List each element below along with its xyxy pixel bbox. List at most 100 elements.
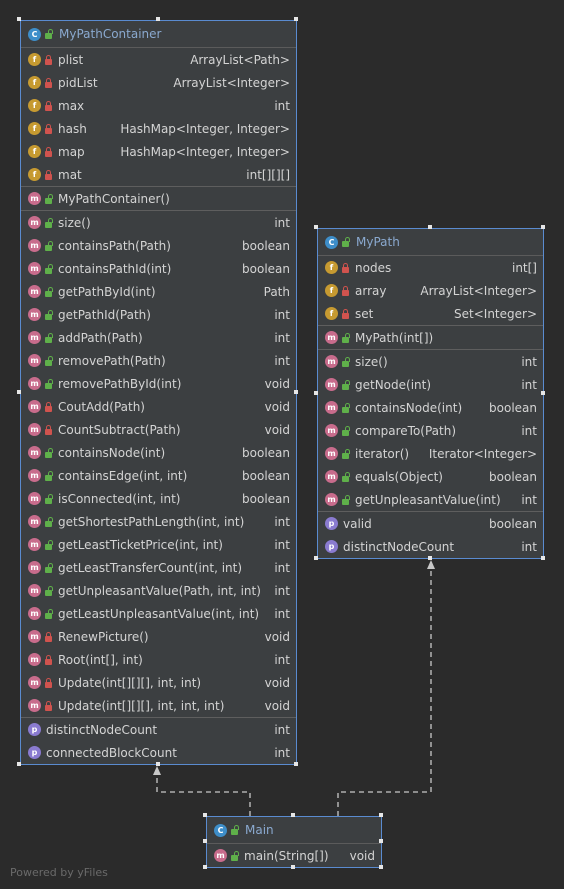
- method-row[interactable]: m containsNode(int) boolean: [318, 396, 543, 419]
- field-row[interactable]: f plist ArrayList<Path>: [21, 48, 296, 71]
- member-name: main(String[]): [244, 848, 329, 863]
- resize-handle[interactable]: [541, 391, 545, 395]
- field-row[interactable]: f array ArrayList<Integer>: [318, 279, 543, 302]
- class-node-mypathcontainer[interactable]: C MyPathContainer f plist ArrayList<Path> f pi…: [20, 20, 297, 765]
- resize-handle[interactable]: [541, 556, 545, 560]
- method-row[interactable]: m compareTo(Path) int: [318, 419, 543, 442]
- method-row[interactable]: m Update(int[][][], int, int) void: [21, 671, 296, 694]
- field-row[interactable]: f hash HashMap<Integer, Integer>: [21, 117, 296, 140]
- resize-handle[interactable]: [156, 17, 160, 21]
- method-row[interactable]: m getPathById(int) Path: [21, 280, 296, 303]
- resize-handle[interactable]: [17, 762, 21, 766]
- field-icon: f: [28, 145, 41, 158]
- resize-handle[interactable]: [203, 865, 207, 869]
- member-name: Update(int[][][], int, int): [58, 675, 202, 690]
- member-name: compareTo(Path): [355, 423, 457, 438]
- method-row[interactable]: m iterator() Iterator<Integer>: [318, 442, 543, 465]
- member-name: valid: [343, 516, 372, 531]
- resize-handle[interactable]: [379, 839, 383, 843]
- method-row[interactable]: m getLeastTicketPrice(int, int) int: [21, 533, 296, 556]
- resize-handle[interactable]: [314, 225, 318, 229]
- resize-handle[interactable]: [203, 813, 207, 817]
- method-row[interactable]: m getShortestPathLength(int, int) int: [21, 510, 296, 533]
- method-row[interactable]: m containsNode(int) boolean: [21, 441, 296, 464]
- field-row[interactable]: f pidList ArrayList<Integer>: [21, 71, 296, 94]
- method-row[interactable]: m getUnpleasantValue(Path, int, int) int: [21, 579, 296, 602]
- member-name: CoutAdd(Path): [58, 399, 145, 414]
- resize-handle[interactable]: [294, 762, 298, 766]
- field-row[interactable]: f set Set<Integer>: [318, 302, 543, 325]
- property-row[interactable]: p valid boolean: [318, 512, 543, 535]
- resize-handle[interactable]: [541, 225, 545, 229]
- member-name: mat: [58, 167, 82, 182]
- property-row[interactable]: p connectedBlockCount int: [21, 741, 296, 764]
- resize-handle[interactable]: [291, 865, 295, 869]
- method-row[interactable]: m addPath(Path) int: [21, 326, 296, 349]
- resize-handle[interactable]: [17, 17, 21, 21]
- method-icon: m: [28, 469, 41, 482]
- member-name: set: [355, 306, 374, 321]
- method-row[interactable]: m MyPathContainer(): [21, 187, 296, 210]
- resize-handle[interactable]: [314, 391, 318, 395]
- resize-handle[interactable]: [428, 556, 432, 560]
- class-node-main[interactable]: C Main m main(String[]) void: [206, 816, 382, 868]
- private-lock-icon: [44, 54, 53, 65]
- method-row[interactable]: m CountSubtract(Path) void: [21, 418, 296, 441]
- resize-handle[interactable]: [17, 390, 21, 394]
- arrowhead-mypath: [427, 560, 435, 569]
- class-icon: C: [325, 235, 338, 249]
- class-node-mypath[interactable]: C MyPath f nodes int[] f array ArrayList<Intege…: [317, 228, 544, 559]
- class-name: MyPathContainer: [59, 27, 162, 41]
- method-icon: m: [28, 308, 41, 321]
- method-row[interactable]: m containsPathId(int) boolean: [21, 257, 296, 280]
- private-lock-icon: [341, 308, 350, 319]
- resize-handle[interactable]: [294, 390, 298, 394]
- private-lock-icon: [44, 123, 53, 134]
- method-row[interactable]: m removePath(Path) int: [21, 349, 296, 372]
- member-name: distinctNodeCount: [343, 539, 455, 554]
- public-lock-icon: [44, 378, 53, 389]
- method-row[interactable]: m removePathById(int) void: [21, 372, 296, 395]
- method-row[interactable]: m RenewPicture() void: [21, 625, 296, 648]
- method-row[interactable]: m CoutAdd(Path) void: [21, 395, 296, 418]
- resize-handle[interactable]: [203, 839, 207, 843]
- resize-handle[interactable]: [379, 865, 383, 869]
- resize-handle[interactable]: [379, 813, 383, 817]
- member-type: void: [264, 376, 290, 391]
- resize-handle[interactable]: [156, 762, 160, 766]
- field-row[interactable]: f nodes int[]: [318, 256, 543, 279]
- member-section: p valid boolean p distinctNodeCount int: [318, 512, 543, 558]
- resize-handle[interactable]: [294, 17, 298, 21]
- method-row[interactable]: m getLeastTransferCount(int, int) int: [21, 556, 296, 579]
- property-row[interactable]: p distinctNodeCount int: [21, 718, 296, 741]
- method-row[interactable]: m isConnected(int, int) boolean: [21, 487, 296, 510]
- method-row[interactable]: m MyPath(int[]): [318, 326, 543, 349]
- method-row[interactable]: m Root(int[], int) int: [21, 648, 296, 671]
- method-row[interactable]: m getPathId(Path) int: [21, 303, 296, 326]
- method-row[interactable]: m containsEdge(int, int) boolean: [21, 464, 296, 487]
- member-type: int: [274, 652, 290, 667]
- method-row[interactable]: m equals(Object) boolean: [318, 465, 543, 488]
- resize-handle[interactable]: [314, 556, 318, 560]
- member-type: int: [274, 722, 290, 737]
- member-type: int: [274, 537, 290, 552]
- field-row[interactable]: f max int: [21, 94, 296, 117]
- method-row[interactable]: m size() int: [21, 211, 296, 234]
- public-lock-icon: [341, 448, 350, 459]
- method-row[interactable]: m size() int: [318, 350, 543, 373]
- method-row[interactable]: m main(String[]) void: [207, 844, 381, 867]
- method-icon: m: [28, 492, 41, 505]
- method-row[interactable]: m getUnpleasantValue(int) int: [318, 488, 543, 511]
- field-row[interactable]: f mat int[][][]: [21, 163, 296, 186]
- method-row[interactable]: m Update(int[][][], int, int, int) void: [21, 694, 296, 717]
- member-section: m size() int m containsPath(Path) boolean m con…: [21, 211, 296, 718]
- resize-handle[interactable]: [428, 225, 432, 229]
- method-icon: m: [28, 262, 41, 275]
- resize-handle[interactable]: [291, 813, 295, 817]
- field-row[interactable]: f map HashMap<Integer, Integer>: [21, 140, 296, 163]
- property-row[interactable]: p distinctNodeCount int: [318, 535, 543, 558]
- method-row[interactable]: m getNode(int) int: [318, 373, 543, 396]
- method-row[interactable]: m getLeastUnpleasantValue(int, int) int: [21, 602, 296, 625]
- member-name: containsEdge(int, int): [58, 468, 188, 483]
- method-row[interactable]: m containsPath(Path) boolean: [21, 234, 296, 257]
